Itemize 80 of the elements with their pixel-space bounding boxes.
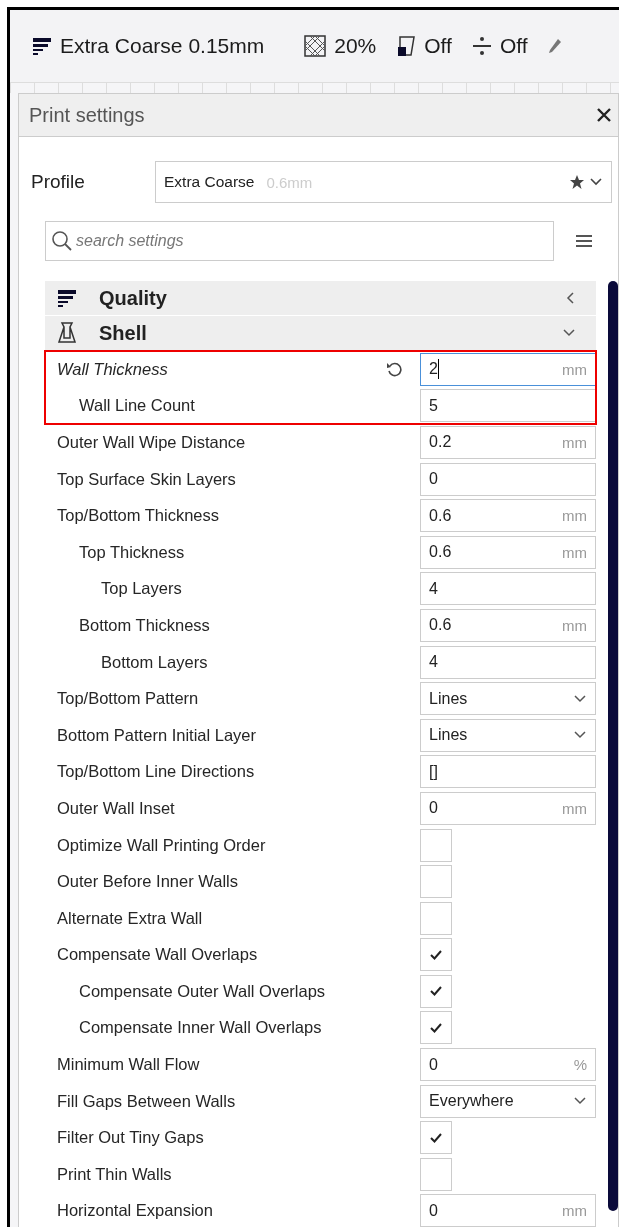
- search-field[interactable]: search settings: [45, 221, 554, 261]
- number-field[interactable]: 4: [420, 645, 597, 679]
- setting-label: Minimum Wall Flow: [56, 1055, 201, 1075]
- quality-icon: [57, 288, 77, 308]
- number-field[interactable]: 0: [420, 462, 597, 496]
- number-field[interactable]: 0.6 mm: [420, 499, 597, 533]
- search-icon: [51, 230, 73, 252]
- number-field[interactable]: 2 mm: [420, 352, 597, 386]
- setting-label: Wall Thickness: [56, 359, 169, 379]
- checkmark-icon: [429, 1022, 444, 1034]
- dropdown[interactable]: Lines: [420, 718, 597, 752]
- dropdown[interactable]: Lines: [420, 682, 597, 716]
- quality-icon: [32, 36, 52, 56]
- checkbox[interactable]: [420, 938, 453, 972]
- checkmark-icon: [429, 1131, 444, 1144]
- setting-label: Bottom Pattern Initial Layer: [56, 725, 257, 745]
- setting-label: Compensate Inner Wall Overlaps: [78, 1018, 323, 1038]
- setting-label: Bottom Layers: [100, 652, 209, 672]
- setting-label: Top Surface Skin Layers: [56, 469, 237, 489]
- beaker-icon: [57, 322, 77, 344]
- setting-label: Top/Bottom Line Directions: [56, 762, 256, 782]
- chevron-down-icon: [573, 693, 588, 704]
- number-field[interactable]: 0.6 mm: [420, 535, 597, 569]
- adhesion-icon: [471, 36, 492, 56]
- number-field[interactable]: 0 mm: [420, 791, 597, 825]
- support-icon: [396, 35, 417, 57]
- checkbox[interactable]: [420, 1011, 453, 1045]
- number-field[interactable]: []: [420, 755, 597, 789]
- checkmark-icon: [429, 948, 444, 961]
- infill-icon: [304, 35, 327, 57]
- category-header[interactable]: Shell: [45, 316, 597, 350]
- setting-label: Top Layers: [100, 579, 183, 599]
- checkbox[interactable]: [420, 901, 453, 935]
- checkbox[interactable]: [420, 865, 453, 899]
- adhesion-value[interactable]: Off: [499, 34, 528, 58]
- setting-label: Compensate Wall Overlaps: [56, 945, 259, 965]
- profile-label: Profile: [31, 171, 86, 193]
- chevron-down-icon: [589, 177, 603, 187]
- infill-value[interactable]: 20%: [334, 34, 377, 58]
- setting-label: Horizontal Expansion: [56, 1201, 214, 1221]
- setting-label: Top Thickness: [78, 542, 186, 562]
- chevron-left-icon: [566, 291, 577, 305]
- setting-label: Outer Before Inner Walls: [56, 872, 239, 892]
- setting-label: Top/Bottom Pattern: [56, 689, 200, 709]
- setting-label: Wall Line Count: [78, 396, 196, 416]
- setting-label: Print Thin Walls: [56, 1164, 173, 1184]
- setting-label: Outer Wall Wipe Distance: [56, 433, 247, 452]
- setting-label: Fill Gaps Between Walls: [56, 1091, 237, 1111]
- chevron-down-icon: [573, 730, 588, 741]
- checkmark-icon: [429, 985, 444, 998]
- setting-label: Filter Out Tiny Gaps: [56, 1128, 205, 1148]
- number-field[interactable]: 0.2 mm: [420, 426, 597, 459]
- profile-label[interactable]: Extra Coarse 0.15mm: [60, 34, 265, 58]
- number-field[interactable]: 0 %: [420, 1048, 597, 1082]
- number-field[interactable]: 0.6 mm: [420, 608, 597, 642]
- number-field[interactable]: 5: [420, 389, 597, 423]
- category-header[interactable]: Quality: [45, 281, 597, 315]
- checkbox[interactable]: [420, 1121, 453, 1155]
- pencil-icon[interactable]: [547, 38, 562, 54]
- number-field[interactable]: 0 mm: [420, 1194, 597, 1227]
- menu-icon[interactable]: [576, 234, 592, 248]
- dropdown[interactable]: Everywhere: [420, 1084, 597, 1118]
- reset-icon[interactable]: [386, 361, 403, 378]
- support-value[interactable]: Off: [424, 34, 452, 58]
- setting-label: Optimize Wall Printing Order: [56, 835, 267, 855]
- scrollbar-thumb[interactable]: [608, 281, 618, 1211]
- checkbox[interactable]: [420, 828, 453, 862]
- setting-label: Outer Wall Inset: [56, 798, 176, 818]
- chevron-down-icon: [562, 328, 577, 338]
- setting-label: Alternate Extra Wall: [56, 908, 204, 928]
- number-field[interactable]: 4: [420, 572, 597, 606]
- chevron-down-icon: [573, 1096, 588, 1107]
- checkbox[interactable]: [420, 1157, 453, 1191]
- setting-label: Compensate Outer Wall Overlaps: [78, 981, 327, 1001]
- setting-label: Top/Bottom Thickness: [56, 506, 221, 526]
- setting-label: Bottom Thickness: [78, 615, 211, 635]
- star-icon: [569, 174, 585, 190]
- checkbox[interactable]: [420, 974, 453, 1008]
- close-icon[interactable]: [596, 107, 612, 123]
- panel-title: Print settings: [29, 103, 145, 127]
